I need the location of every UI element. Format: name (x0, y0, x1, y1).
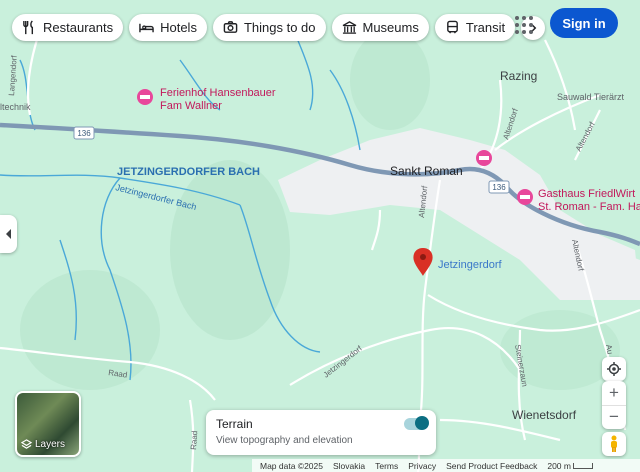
layers-button[interactable]: Layers (15, 391, 81, 457)
place-label[interactable]: ltechnik (0, 102, 31, 112)
privacy-link[interactable]: Privacy (408, 461, 436, 471)
route-number: 136 (492, 183, 506, 192)
transit-icon (446, 20, 458, 34)
hotel-pin[interactable]: Ferienhof Hansenbauer Fam Wallner (137, 87, 276, 112)
route-shield: 136 (488, 180, 510, 194)
terrain-shade (20, 270, 160, 390)
hotel-pin[interactable] (476, 150, 492, 166)
chip-transit[interactable]: Transit (434, 14, 516, 41)
layers-label: Layers (35, 439, 66, 450)
collapse-panel-button[interactable] (0, 215, 17, 253)
terms-link[interactable]: Terms (375, 461, 398, 471)
route-number: 136 (77, 129, 91, 138)
chip-label: Museums (362, 20, 419, 35)
road-label: Altendorf (574, 120, 597, 153)
road-label: Langendorf (7, 54, 19, 96)
place-label[interactable]: Razing (500, 69, 537, 83)
scale-bar (572, 462, 593, 469)
place-label[interactable]: Sankt Roman (390, 164, 463, 178)
chevron-left-icon (5, 229, 11, 239)
poi-label[interactable]: Gasthaus FriedlWirt (538, 188, 635, 200)
my-location-button[interactable] (602, 357, 626, 381)
scale-indicator[interactable]: 200 m (547, 461, 593, 471)
country-link[interactable]: Slovakia (333, 461, 365, 471)
chip-label: Hotels (160, 20, 197, 35)
scale-label: 200 m (547, 460, 571, 471)
route-shield: 136 (73, 126, 95, 140)
toggle-knob (415, 416, 429, 430)
category-chips: Restaurants Hotels Things to do Museums … (12, 14, 546, 41)
chip-label: Things to do (243, 20, 316, 35)
poi-label[interactable]: Ferienhof Hansenbauer (160, 87, 276, 99)
zoom-out-button[interactable]: − (602, 404, 626, 430)
water-label: JETZINGERDORFER BACH (117, 166, 260, 178)
chip-things-to-do[interactable]: Things to do (212, 14, 326, 41)
poi-label[interactable]: St. Roman - Fam. Ha (538, 201, 640, 213)
camera-icon (223, 21, 238, 33)
chip-label: Restaurants (43, 20, 114, 35)
map-canvas[interactable]: 136 136 Razing Sankt Roman Wienetsdorf S… (0, 0, 640, 472)
feedback-link[interactable]: Send Product Feedback (446, 461, 537, 471)
terrain-card[interactable]: Terrain View topography and elevation (206, 410, 436, 455)
terrain-subtitle: View topography and elevation (216, 435, 353, 446)
zoom-controls: + − (602, 381, 626, 429)
road-label: Jetzingerdorf (322, 344, 365, 380)
zoom-in-button[interactable]: + (602, 381, 626, 405)
crosshair-icon (607, 362, 621, 376)
apps-grid-icon[interactable] (512, 13, 534, 35)
layers-label-wrap: Layers (21, 439, 65, 450)
restaurant-icon (23, 20, 34, 35)
road-label: Raad (189, 430, 199, 450)
street-view-button[interactable] (602, 432, 626, 456)
poi-label[interactable]: Fam Wallner (160, 100, 222, 112)
pin-label[interactable]: Jetzingerdorf (438, 259, 503, 271)
chip-restaurants[interactable]: Restaurants (12, 14, 124, 41)
sign-in-button[interactable]: Sign in (550, 8, 618, 38)
terrain-shade (170, 160, 290, 340)
road-label: Au (604, 344, 615, 355)
place-label[interactable]: Wienetsdorf (512, 408, 577, 422)
pegman-icon (611, 435, 617, 452)
place-label[interactable]: Sauwald Tierärzt (557, 92, 625, 102)
layers-icon (21, 439, 32, 449)
map-data-credit: Map data ©2025 (260, 460, 323, 471)
chip-museums[interactable]: Museums (331, 14, 429, 41)
museum-icon (342, 21, 356, 34)
terrain-title: Terrain (216, 417, 253, 431)
chip-hotels[interactable]: Hotels (129, 14, 207, 41)
chip-label: Transit (465, 20, 506, 35)
hotel-icon (139, 23, 154, 33)
terrain-toggle[interactable] (404, 416, 429, 430)
terrain-shade (350, 30, 430, 130)
map-footer: Map data ©2025 Slovakia Terms Privacy Se… (252, 459, 640, 472)
